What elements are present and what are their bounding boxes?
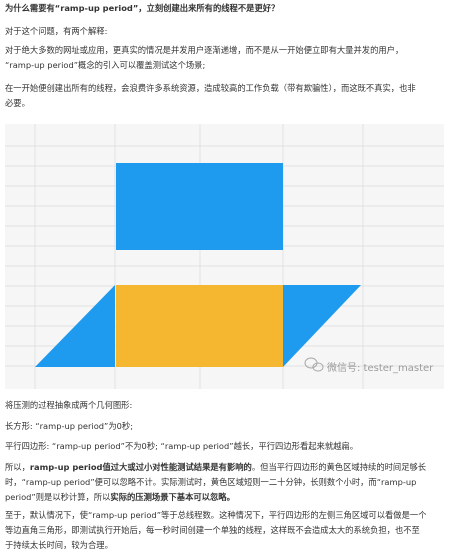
- conclusion-paragraph: 所以，ramp-up period值过大或过小对性能测试结果是有影响的。但当平行…: [5, 460, 445, 505]
- conclusion-line-3-prefix: period”则是以秒计算，所以: [5, 492, 111, 502]
- explanation-1-line-1: 对于绝大多数的网址或应用，更真实的情况是并发用户逐渐递增，而不是从一开始便立即有…: [5, 45, 404, 55]
- answer-intro: 对于这个问题，有两个解释:: [5, 26, 108, 36]
- explanation-1-line-2: “ramp-up period”概念的引入可以覆盖测试这个场景;: [5, 60, 206, 70]
- default-note-line-3: 于持续太长时间，较为合理。: [5, 540, 113, 550]
- parallelogram-definition: 平行四边形: “ramp-up period”不为0秒; “ramp-up pe…: [5, 441, 359, 451]
- abstraction-intro: 将压测的过程抽象成两个几何图形:: [5, 400, 133, 410]
- explanation-2: 在一开始便创建出所有的线程，会浪费许多系统资源，造成较高的工作负载（带有欺骗性）…: [5, 81, 445, 111]
- ramp-up-diagram: 微信号: tester_master: [5, 124, 444, 389]
- rectangle-shape: [116, 163, 283, 250]
- watermark-text: 微信号: tester_master: [327, 361, 434, 374]
- question-heading: 为什么需要有“ramp-up period”，立刻创建出来所有的线程不是更好？: [5, 3, 280, 13]
- conclusion-mid: 。但当平行四边形的黄色区域持续的时间足够长: [251, 462, 427, 472]
- default-note-paragraph: 至于，默认情况下，使“ramp-up period”等于总线程数。这种情况下，平…: [5, 508, 445, 553]
- conclusion-line-2: 时，“ramp-up period”便可以忽略不计。实际测试时，黄色区域短则一二…: [5, 477, 417, 487]
- wechat-icon: [304, 357, 324, 372]
- diagram-svg: 微信号: tester_master: [5, 124, 444, 389]
- default-note-line-2: 等边直角三角形，即测试执行开始后，每一秒时间创建一个单独的线程，这样既不会造成太…: [5, 525, 420, 535]
- parallelogram-steady-area: [116, 285, 283, 367]
- default-note-line-1: 至于，默认情况下，使“ramp-up period”等于总线程数。这种情况下，平…: [5, 510, 427, 520]
- explanation-2-line-1: 在一开始便创建出所有的线程，会浪费许多系统资源，造成较高的工作负载（带有欺骗性）…: [5, 83, 416, 93]
- explanation-1: 对于绝大多数的网址或应用，更真实的情况是并发用户逐渐递增，而不是从一开始便立即有…: [5, 43, 445, 73]
- conclusion-bold-2: 实际的压测场景下基本可以忽略。: [110, 492, 235, 502]
- conclusion-bold-1: ramp-up period值过大或过小对性能测试结果是有影响的: [29, 462, 252, 472]
- explanation-2-line-2: 必要。: [5, 98, 30, 108]
- conclusion-prefix: 所以，: [5, 462, 30, 472]
- rectangle-definition: 长方形: “ramp-up period”为0秒;: [5, 421, 134, 431]
